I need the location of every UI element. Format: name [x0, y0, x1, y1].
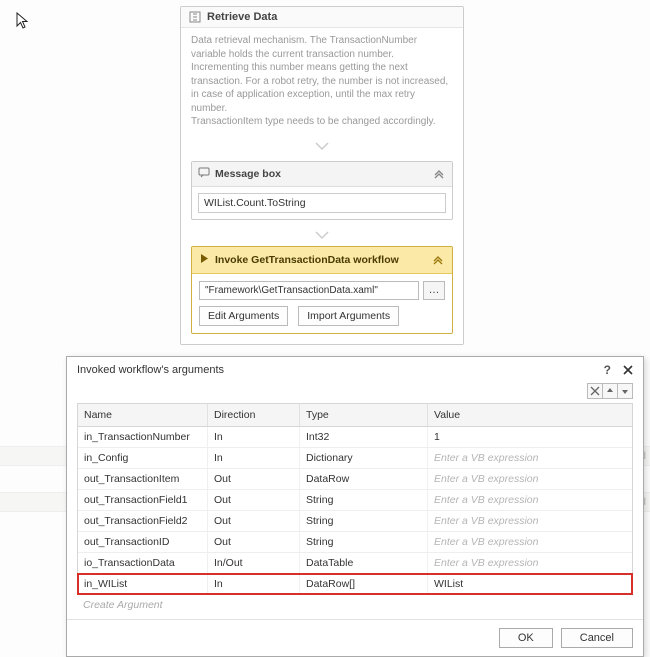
cell-value[interactable]: Enter a VB expression	[434, 557, 538, 569]
cursor-icon	[16, 12, 30, 35]
cell-name[interactable]: io_TransactionData	[78, 553, 208, 573]
cell-value[interactable]: Enter a VB expression	[434, 452, 538, 464]
retrieve-data-panel: Retrieve Data Data retrieval mechanism. …	[180, 6, 464, 345]
flow-arrow-1	[181, 137, 463, 157]
invoke-header[interactable]: Invoke GetTransactionData workflow	[192, 247, 452, 274]
messagebox-title: Message box	[215, 168, 281, 180]
cell-type[interactable]: Dictionary	[300, 448, 428, 468]
cell-name[interactable]: in_Config	[78, 448, 208, 468]
table-row[interactable]: in_TransactionNumberInInt32 1	[78, 427, 632, 448]
invoke-workflow-activity[interactable]: Invoke GetTransactionData workflow … Edi…	[191, 246, 453, 334]
cell-value[interactable]: Enter a VB expression	[434, 536, 538, 548]
panel-desc-1: Data retrieval mechanism. The Transactio…	[191, 34, 453, 115]
cell-name[interactable]: in_WIList	[78, 574, 208, 594]
grid-header: Name Direction Type Value	[78, 404, 632, 427]
cell-direction[interactable]: Out	[208, 469, 300, 489]
cell-type[interactable]: DataRow[]	[300, 574, 428, 594]
cell-type[interactable]: DataRow	[300, 469, 428, 489]
cancel-button[interactable]: Cancel	[561, 628, 633, 648]
cell-direction[interactable]: Out	[208, 511, 300, 531]
cell-direction[interactable]: In	[208, 448, 300, 468]
cell-name[interactable]: out_TransactionField1	[78, 490, 208, 510]
arguments-grid: Name Direction Type Value in_Transaction…	[77, 403, 633, 595]
cell-type[interactable]: DataTable	[300, 553, 428, 573]
cell-direction[interactable]: Out	[208, 490, 300, 510]
col-header-value[interactable]: Value	[428, 404, 632, 426]
cell-name[interactable]: out_TransactionID	[78, 532, 208, 552]
delete-button[interactable]	[587, 383, 603, 399]
cell-type[interactable]: String	[300, 511, 428, 531]
workflow-path-input[interactable]	[199, 281, 419, 300]
create-argument-row[interactable]: Create Argument	[77, 595, 633, 613]
cell-value[interactable]: 1	[434, 431, 440, 443]
cell-direction[interactable]: In/Out	[208, 553, 300, 573]
cell-name[interactable]: in_TransactionNumber	[78, 427, 208, 447]
move-down-button[interactable]	[617, 383, 633, 399]
cell-direction[interactable]: In	[208, 427, 300, 447]
table-row[interactable]: out_TransactionIDOutString Enter a VB exp…	[78, 532, 632, 553]
messagebox-icon	[198, 165, 210, 183]
sequence-icon	[189, 11, 201, 23]
panel-header[interactable]: Retrieve Data	[181, 7, 463, 28]
col-header-name[interactable]: Name	[78, 404, 208, 426]
cell-value[interactable]: Enter a VB expression	[434, 494, 538, 506]
browse-button[interactable]: …	[423, 281, 445, 300]
table-row[interactable]: in_WIListInDataRow[] WIList	[78, 574, 632, 594]
play-icon	[199, 251, 210, 269]
cell-value[interactable]: Enter a VB expression	[434, 515, 538, 527]
help-button[interactable]: ?	[604, 363, 611, 377]
dialog-titlebar[interactable]: Invoked workflow's arguments ?	[67, 357, 643, 383]
messagebox-input[interactable]	[198, 193, 446, 213]
ok-button[interactable]: OK	[499, 628, 553, 648]
edit-arguments-button[interactable]: Edit Arguments	[199, 306, 288, 326]
close-button[interactable]	[621, 363, 635, 377]
panel-desc-2: TransactionItem type needs to be changed…	[191, 115, 453, 129]
invoke-title: Invoke GetTransactionData workflow	[215, 254, 399, 266]
move-up-button[interactable]	[602, 383, 618, 399]
table-row[interactable]: out_TransactionField1OutString Enter a VB…	[78, 490, 632, 511]
messagebox-header[interactable]: Message box	[192, 162, 452, 187]
collapse-icon[interactable]	[431, 253, 445, 267]
cell-name[interactable]: out_TransactionField2	[78, 511, 208, 531]
import-arguments-button[interactable]: Import Arguments	[298, 306, 399, 326]
table-row[interactable]: in_ConfigInDictionary Enter a VB expressi…	[78, 448, 632, 469]
table-row[interactable]: io_TransactionDataIn/OutDataTable Enter a…	[78, 553, 632, 574]
col-header-direction[interactable]: Direction	[208, 404, 300, 426]
cell-direction[interactable]: In	[208, 574, 300, 594]
col-header-type[interactable]: Type	[300, 404, 428, 426]
table-row[interactable]: out_TransactionItemOutDataRow Enter a VB …	[78, 469, 632, 490]
cell-value[interactable]: Enter a VB expression	[434, 473, 538, 485]
cell-name[interactable]: out_TransactionItem	[78, 469, 208, 489]
cell-direction[interactable]: Out	[208, 532, 300, 552]
dialog-title: Invoked workflow's arguments	[77, 364, 224, 376]
table-row[interactable]: out_TransactionField2OutString Enter a VB…	[78, 511, 632, 532]
messagebox-activity[interactable]: Message box	[191, 161, 453, 220]
cell-type[interactable]: String	[300, 490, 428, 510]
tool-strip	[67, 383, 643, 403]
collapse-icon[interactable]	[432, 167, 446, 181]
dialog-buttons: OK Cancel	[67, 619, 643, 656]
flow-arrow-2	[181, 226, 463, 246]
cell-type[interactable]: String	[300, 532, 428, 552]
cell-value[interactable]: WIList	[434, 578, 463, 590]
panel-title: Retrieve Data	[207, 11, 277, 23]
cell-type[interactable]: Int32	[300, 427, 428, 447]
arguments-dialog: Invoked workflow's arguments ? Name Dire…	[66, 356, 644, 657]
panel-description: Data retrieval mechanism. The Transactio…	[181, 28, 463, 137]
